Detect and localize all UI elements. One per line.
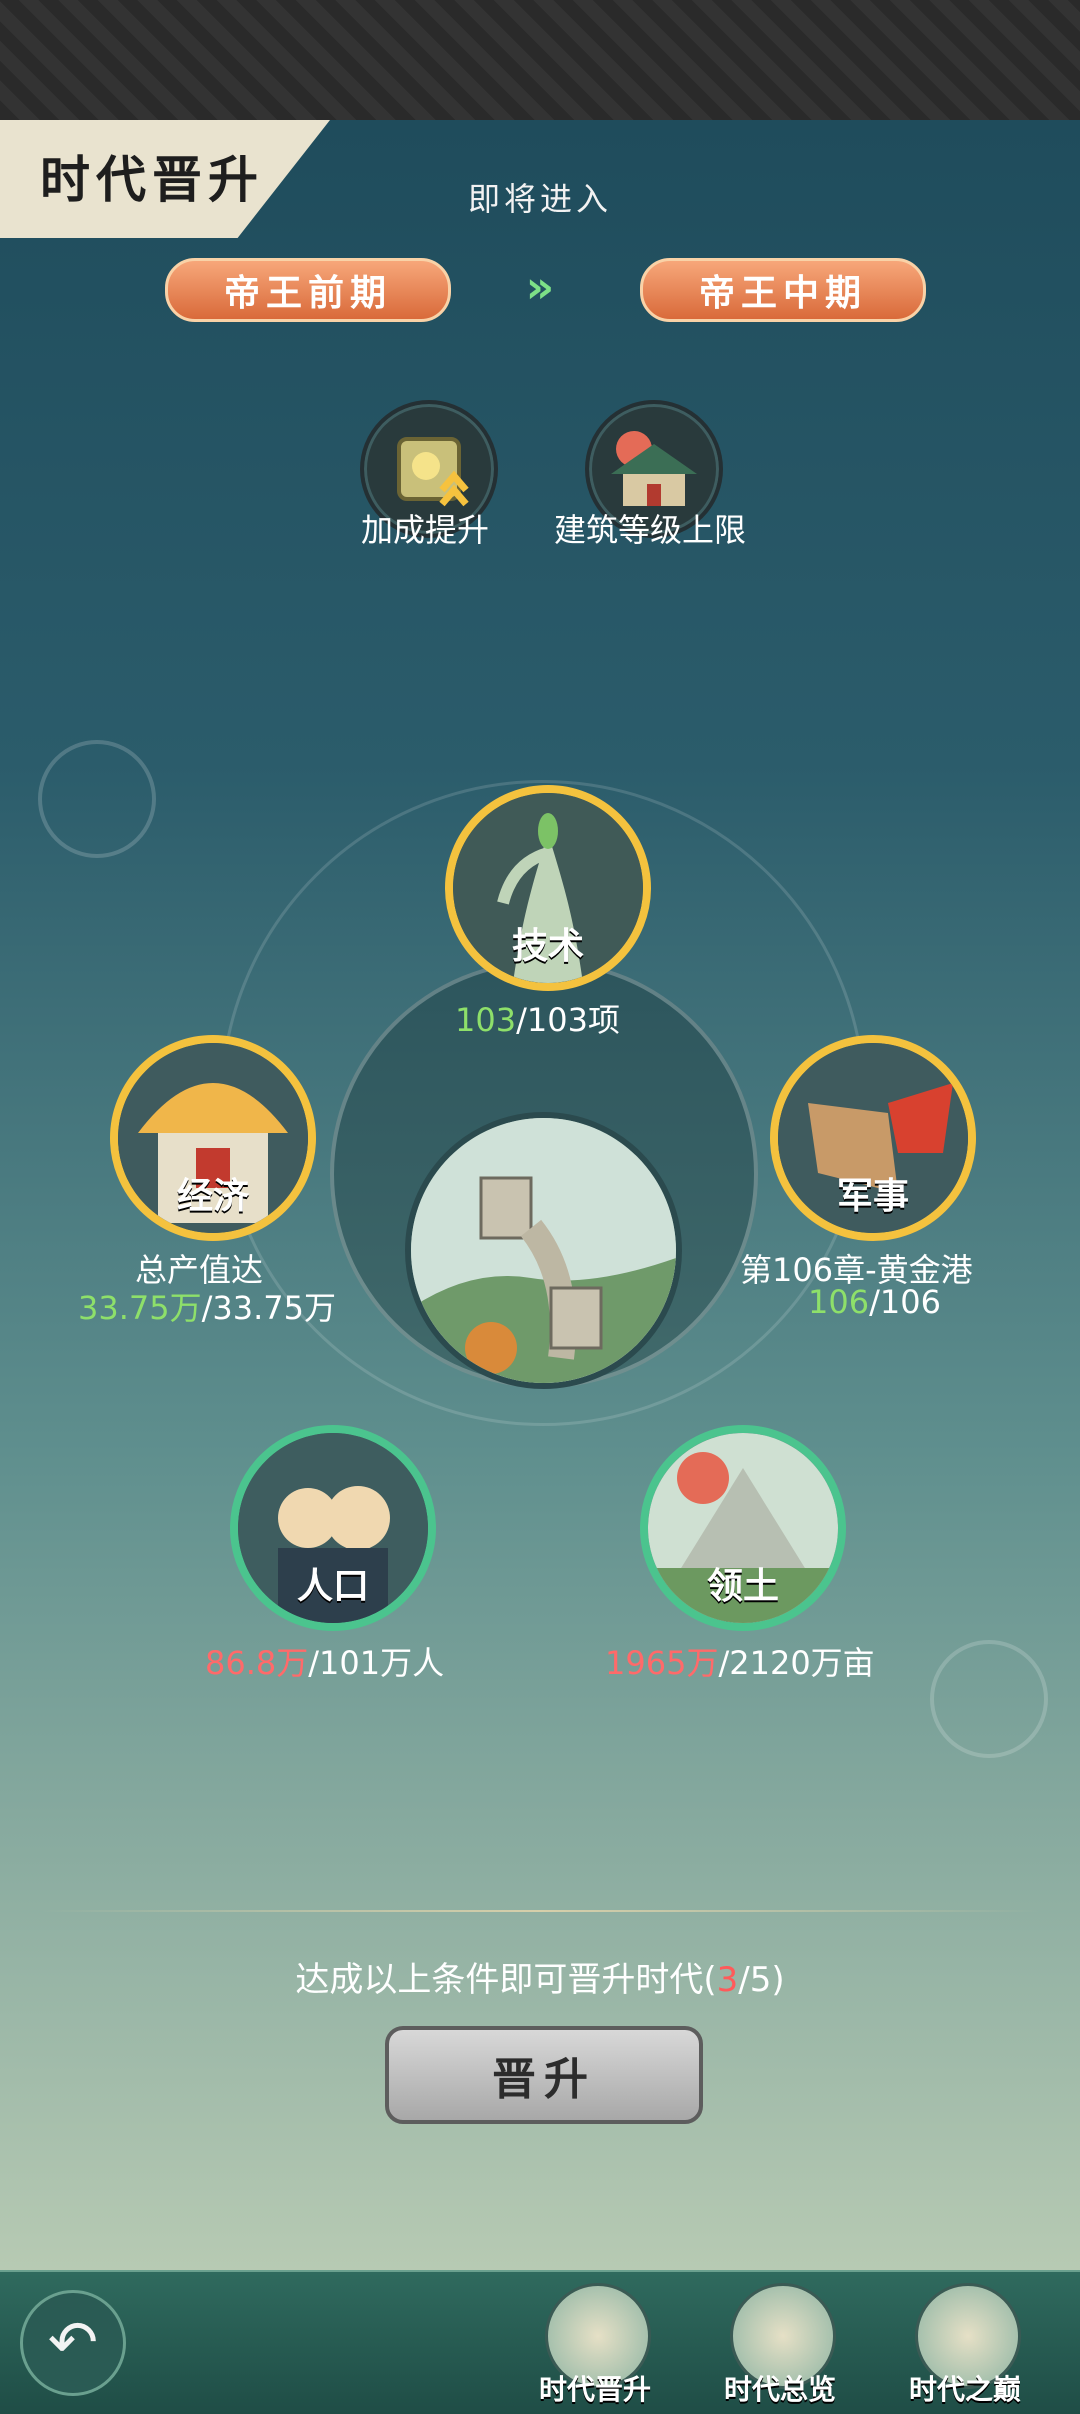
population-current: 86.8万	[205, 1644, 309, 1682]
population-progress: 86.8万/101万人	[205, 1638, 444, 1684]
military-progress: 106/106	[808, 1283, 941, 1321]
nav-label: 时代晋升	[538, 2373, 651, 2406]
territory-current: 1965万	[605, 1644, 719, 1682]
tech-progress: 103/103项	[455, 995, 620, 1041]
economy-current: 33.75万	[78, 1289, 202, 1327]
nav-label: 时代之巅	[908, 2373, 1021, 2406]
military-label: 军事	[836, 1176, 909, 1217]
benefit-label-building: 建筑等级上限	[553, 511, 746, 549]
territory-progress: 1965万/2120万亩	[605, 1638, 875, 1684]
great-wall-emblem	[405, 1112, 682, 1389]
population-total: /101万人	[308, 1644, 445, 1682]
tech-current: 103	[455, 1001, 517, 1039]
military-current: 106	[808, 1283, 870, 1321]
divider	[40, 1910, 1040, 1912]
tech-condition-button[interactable]: 技术	[445, 785, 651, 991]
back-arrow-icon[interactable]: ↶	[20, 2290, 126, 2396]
economy-total: /33.75万	[201, 1289, 337, 1327]
economy-condition-button[interactable]: 经济	[110, 1035, 316, 1241]
tech-label: 技术	[511, 926, 584, 967]
upcoming-era-caption: 即将进入	[467, 180, 612, 218]
nav-era-promotion[interactable]: 时代晋升	[520, 2275, 670, 2410]
military-condition-button[interactable]: 军事	[770, 1035, 976, 1241]
current-era-tag: 帝王前期	[165, 258, 451, 322]
tech-total: /103项	[516, 1001, 620, 1039]
nav-label: 时代总览	[723, 2373, 836, 2406]
next-arrow-icon: »	[525, 261, 555, 313]
nav-era-peak[interactable]: 时代之巅	[890, 2275, 1040, 2410]
next-era-tag: 帝王中期	[640, 258, 926, 322]
population-condition-button[interactable]: 人口	[230, 1425, 436, 1631]
territory-label: 领土	[706, 1566, 779, 1607]
promote-button[interactable]: 晋升	[385, 2026, 703, 2124]
benefit-label-bonus: 加成提升	[360, 511, 489, 549]
territory-condition-button[interactable]: 领土	[640, 1425, 846, 1631]
condition-prefix: 达成以上条件即可晋升时代(	[295, 1960, 717, 2000]
military-total: /106	[869, 1283, 941, 1321]
population-label: 人口	[296, 1566, 369, 1607]
territory-total: /2120万亩	[718, 1644, 875, 1682]
economy-label: 经济	[176, 1176, 249, 1217]
moon-ornament-icon	[930, 1640, 1048, 1758]
economy-progress: 33.75万/33.75万	[78, 1283, 336, 1329]
moon-ornament-icon	[38, 740, 156, 858]
top-pattern-band	[0, 0, 1080, 120]
nav-era-overview[interactable]: 时代总览	[705, 2275, 855, 2410]
condition-suffix: /5)	[738, 1960, 785, 2000]
condition-done-count: 3	[716, 1960, 739, 2000]
promotion-condition-text: 达成以上条件即可晋升时代(3/5)	[0, 1952, 1080, 2001]
